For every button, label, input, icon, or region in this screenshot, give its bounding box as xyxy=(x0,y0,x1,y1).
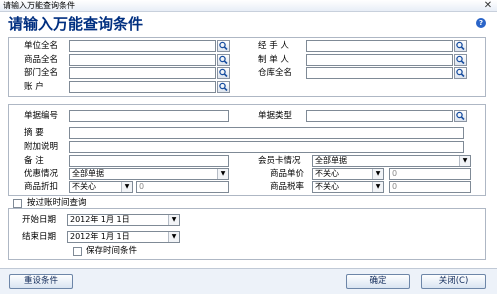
summary-label: 摘 要 xyxy=(24,128,44,138)
tax-rate-op-value: 不关心 xyxy=(315,182,339,191)
start-date-picker[interactable]: 2012年 1月 1日 ▼ xyxy=(67,214,180,226)
unit-search-button[interactable] xyxy=(217,40,230,52)
bill-type-field[interactable] xyxy=(306,110,453,122)
discount-value: 全部单据 xyxy=(72,169,104,178)
unit-price-label: 商品单价 xyxy=(270,169,305,179)
member-card-value: 全部单据 xyxy=(315,156,347,165)
goods-field[interactable] xyxy=(69,54,216,66)
account-search-button[interactable] xyxy=(217,81,230,93)
search-icon xyxy=(219,55,228,65)
warehouse-field[interactable] xyxy=(306,67,453,79)
bill-no-field[interactable] xyxy=(69,110,229,122)
search-icon xyxy=(456,41,465,51)
goods-label: 商品全名 xyxy=(24,55,59,65)
save-time-label: 保存时间条件 xyxy=(86,246,138,256)
chevron-down-icon[interactable]: ▼ xyxy=(168,215,179,225)
chevron-down-icon[interactable]: ▼ xyxy=(372,169,383,179)
start-date-value: 2012年 1月 1日 xyxy=(70,215,130,224)
handler-search-button[interactable] xyxy=(454,40,467,52)
window-title: 请输入万能查询条件 xyxy=(3,1,75,10)
tax-rate-input[interactable]: 0 xyxy=(389,181,471,193)
chevron-down-icon[interactable]: ▼ xyxy=(459,156,470,166)
goods-discount-op-value: 不关心 xyxy=(72,182,96,191)
goods-search-button[interactable] xyxy=(217,54,230,66)
warehouse-label: 仓库全名 xyxy=(258,68,293,78)
chevron-down-icon[interactable]: ▼ xyxy=(217,169,228,179)
page-title: 请输入万能查询条件 xyxy=(8,15,144,33)
discount-label: 优惠情况 xyxy=(24,169,59,179)
search-icon xyxy=(219,68,228,78)
goods-discount-op-select[interactable]: 不关心 ▼ xyxy=(69,181,133,193)
search-icon xyxy=(456,55,465,65)
account-time-checkbox[interactable] xyxy=(13,199,22,208)
search-icon xyxy=(219,41,228,51)
chevron-down-icon[interactable]: ▼ xyxy=(121,182,132,192)
summary-field[interactable] xyxy=(69,127,464,139)
ok-button[interactable]: 确定 xyxy=(346,274,410,289)
tax-rate-label: 商品税率 xyxy=(270,182,305,192)
search-icon xyxy=(456,68,465,78)
help-icon[interactable]: ? xyxy=(476,18,486,28)
unit-price-op-value: 不关心 xyxy=(315,169,339,178)
end-date-picker[interactable]: 2012年 1月 1日 ▼ xyxy=(67,231,180,243)
tax-rate-op-select[interactable]: 不关心 ▼ xyxy=(312,181,384,193)
extra-label: 附加说明 xyxy=(24,142,59,152)
maker-field[interactable] xyxy=(306,54,453,66)
chevron-down-icon[interactable]: ▼ xyxy=(168,232,179,242)
maker-label: 制 单 人 xyxy=(258,55,289,65)
close-button[interactable]: 关闭(C) xyxy=(421,274,486,289)
unit-field[interactable] xyxy=(69,40,216,52)
member-card-select[interactable]: 全部单据 ▼ xyxy=(312,155,471,167)
start-date-label: 开始日期 xyxy=(22,215,57,225)
reset-button[interactable]: 重设条件 xyxy=(9,274,73,289)
dept-field[interactable] xyxy=(69,67,216,79)
member-card-label: 会员卡情况 xyxy=(258,156,301,166)
goods-discount-label: 商品折扣 xyxy=(24,182,59,192)
remark-field[interactable] xyxy=(69,155,229,167)
end-date-label: 结束日期 xyxy=(22,232,57,242)
end-date-value: 2012年 1月 1日 xyxy=(70,232,130,241)
goods-discount-input[interactable]: 0 xyxy=(136,181,229,193)
remark-label: 备 注 xyxy=(24,156,44,166)
search-icon xyxy=(219,82,228,92)
title-bar: 请输入万能查询条件 ✕ xyxy=(0,0,497,12)
unit-label: 单位全名 xyxy=(24,41,59,51)
search-icon xyxy=(456,111,465,121)
save-time-checkbox[interactable] xyxy=(73,247,82,256)
chevron-down-icon[interactable]: ▼ xyxy=(372,182,383,192)
account-label: 账 户 xyxy=(24,82,44,92)
warehouse-search-button[interactable] xyxy=(454,67,467,79)
account-field[interactable] xyxy=(69,81,216,93)
button-bar: 重设条件 确定 关闭(C) xyxy=(0,268,497,294)
close-icon[interactable]: ✕ xyxy=(482,0,494,11)
unit-price-input[interactable]: 0 xyxy=(389,168,471,180)
handler-field[interactable] xyxy=(306,40,453,52)
bill-type-search-button[interactable] xyxy=(454,110,467,122)
extra-field[interactable] xyxy=(69,141,464,153)
bill-no-label: 单据编号 xyxy=(24,111,59,121)
dept-search-button[interactable] xyxy=(217,67,230,79)
discount-select[interactable]: 全部单据 ▼ xyxy=(69,168,229,180)
unit-price-op-select[interactable]: 不关心 ▼ xyxy=(312,168,384,180)
dept-label: 部门全名 xyxy=(24,68,59,78)
bill-type-label: 单据类型 xyxy=(258,111,293,121)
query-dialog: 请输入万能查询条件 ✕ 请输入万能查询条件 ? 单位全名 经 手 人 商品全名 … xyxy=(0,0,497,294)
maker-search-button[interactable] xyxy=(454,54,467,66)
handler-label: 经 手 人 xyxy=(258,41,289,51)
